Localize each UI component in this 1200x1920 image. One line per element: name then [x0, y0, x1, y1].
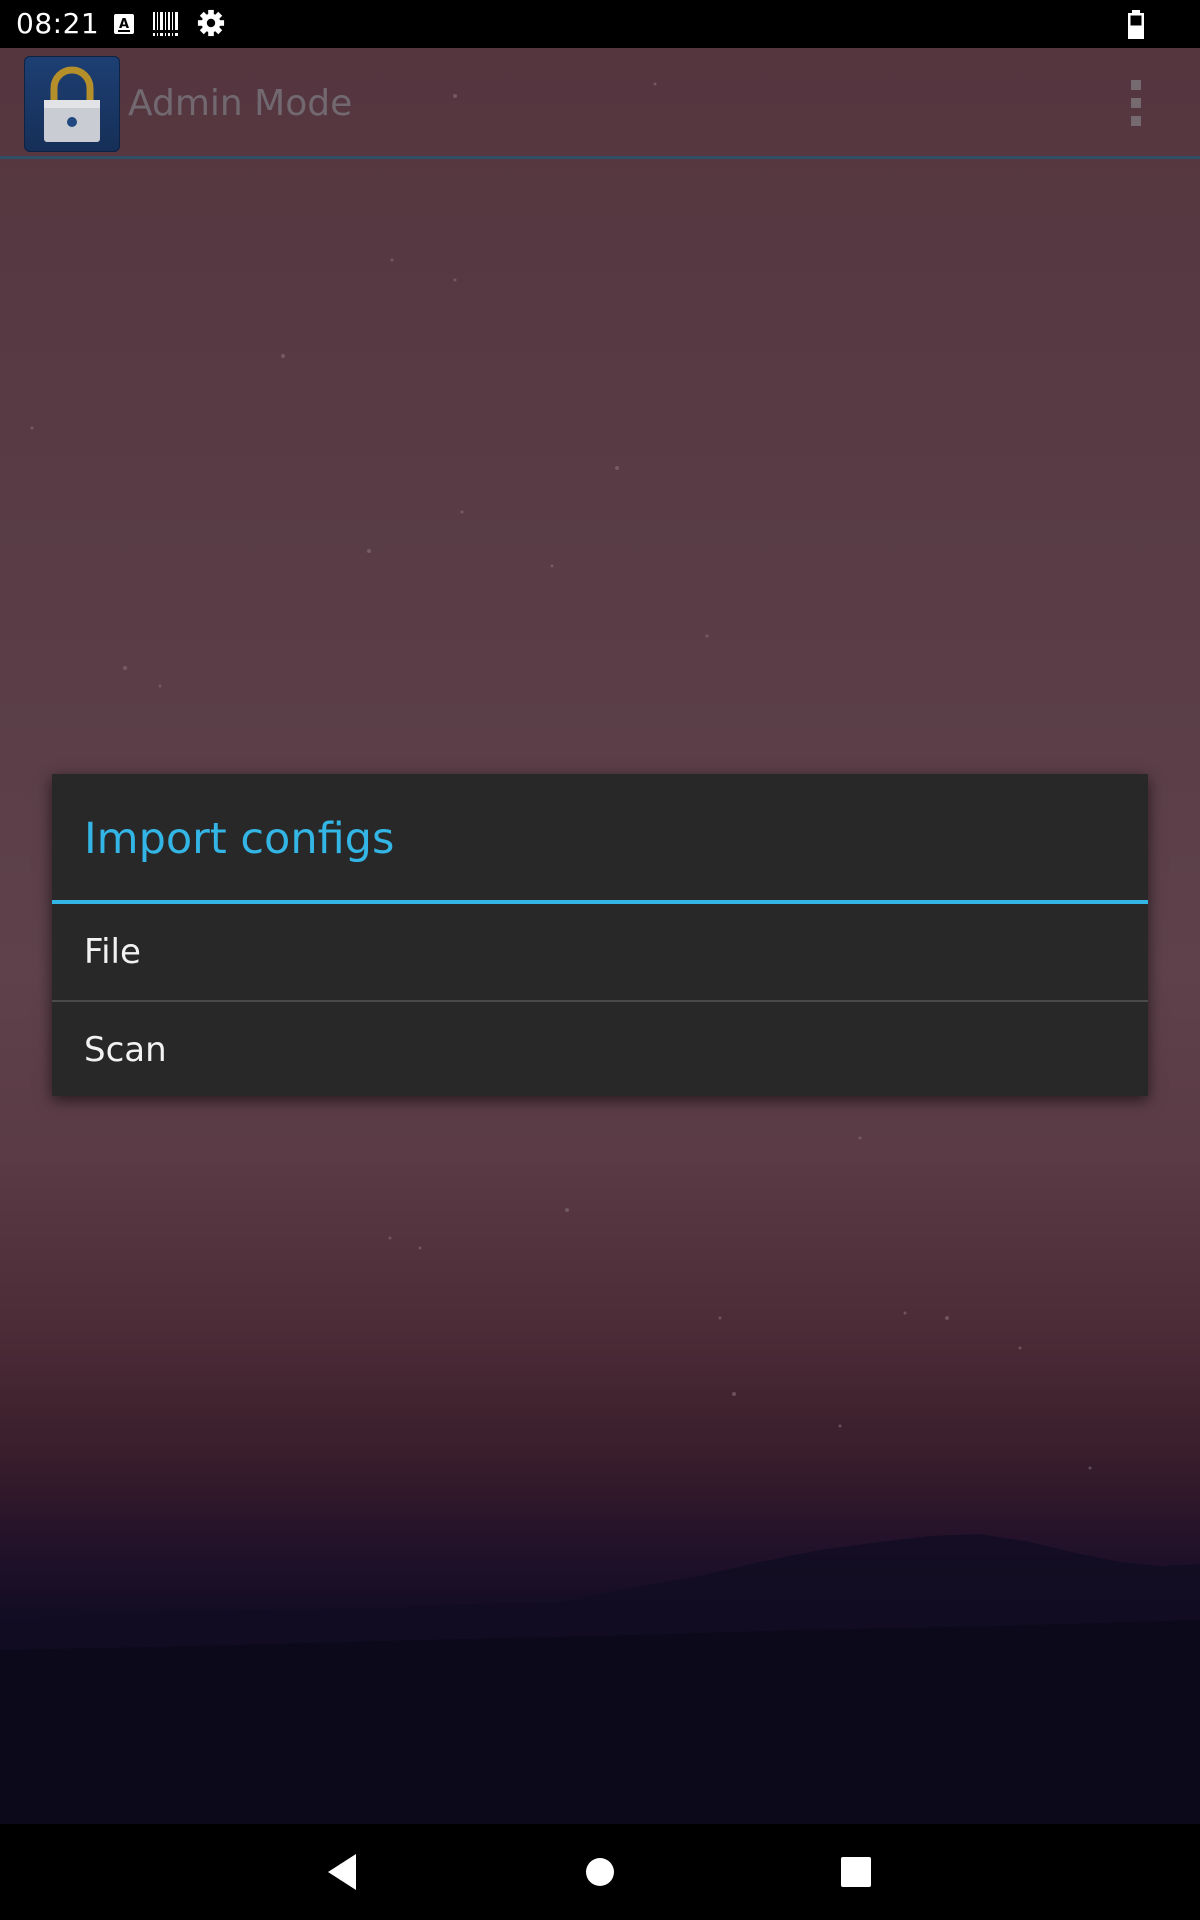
dialog-title: Import configs — [84, 814, 395, 864]
back-icon[interactable] — [318, 1848, 366, 1896]
status-time: 08:21 — [16, 7, 100, 40]
svg-text:A: A — [119, 17, 129, 32]
recents-icon[interactable] — [832, 1848, 880, 1896]
battery-icon — [1128, 10, 1144, 39]
status-bar: 08:21 A — [0, 0, 1200, 48]
mountain-silhouette — [0, 1534, 1200, 1824]
keyboard-icon: A — [114, 14, 134, 34]
lock-icon[interactable] — [24, 56, 120, 152]
app-title: Admin Mode — [128, 83, 353, 124]
home-icon[interactable] — [576, 1848, 624, 1896]
settings-icon — [197, 9, 225, 37]
barcode-icon — [152, 12, 180, 36]
dialog-item-label: File — [84, 932, 141, 972]
import-configs-dialog: Import configs File Scan — [52, 774, 1148, 1096]
navigation-bar — [0, 1824, 1200, 1920]
action-bar: Admin Mode — [0, 48, 1200, 159]
dialog-item-scan[interactable]: Scan — [52, 1002, 1148, 1098]
dialog-item-file[interactable]: File — [52, 904, 1148, 1000]
dialog-item-label: Scan — [84, 1030, 167, 1070]
overflow-menu-icon[interactable] — [1124, 80, 1148, 136]
